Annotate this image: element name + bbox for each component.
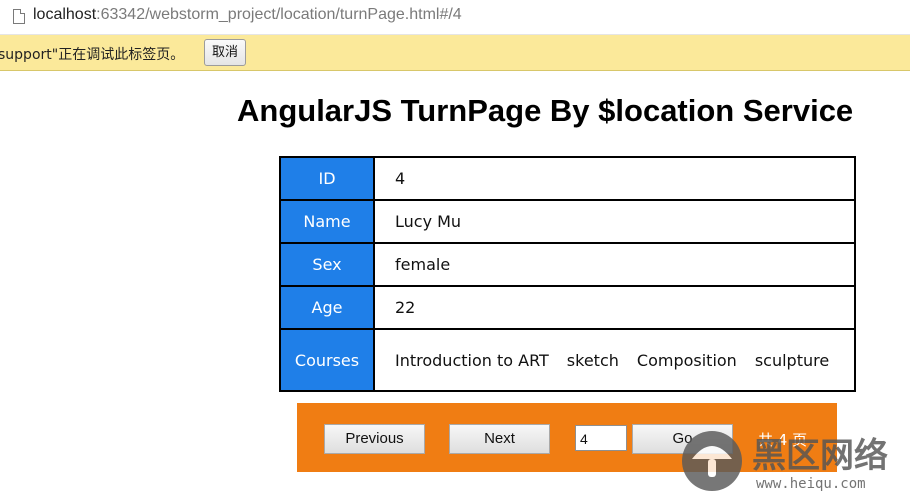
next-button[interactable]: Next (449, 424, 550, 454)
url-host: localhost (33, 6, 97, 23)
cancel-button[interactable]: 取消 (204, 39, 246, 66)
page-title: AngularJS TurnPage By $location Service (237, 93, 854, 128)
site-watermark: 黑区网络 www.heiqu.com (676, 425, 910, 495)
url-path: :63342/webstorm_project/location/turnPag… (96, 6, 462, 23)
key-cell-id: ID (279, 156, 375, 201)
info-message: support"正在调试此标签页。 (0, 47, 185, 63)
student-detail-table: ID 4 Name Lucy Mu Sex female Age 22 Cour… (279, 156, 856, 392)
key-cell-sex: Sex (279, 242, 375, 287)
mushroom-logo-icon: 黑区网络 www.heiqu.com (682, 431, 888, 492)
course-item: Composition (636, 350, 737, 370)
table-row: ID 4 (279, 156, 856, 201)
page-icon (13, 9, 25, 24)
course-item: sculpture (754, 350, 830, 370)
value-cell-id: 4 (373, 156, 856, 201)
value-cell-age: 22 (373, 285, 856, 330)
watermark-domain: www.heiqu.com (756, 476, 866, 492)
table-row: Sex female (279, 242, 856, 287)
key-cell-age: Age (279, 285, 375, 330)
debug-info-bar: support"正在调试此标签页。 取消 (0, 35, 910, 71)
browser-url-bar[interactable]: localhost:63342/webstorm_project/locatio… (0, 0, 910, 35)
previous-button[interactable]: Previous (324, 424, 425, 454)
watermark-title: 黑区网络 (752, 436, 888, 476)
course-item: sketch (566, 350, 619, 370)
key-cell-name: Name (279, 199, 375, 244)
table-row: Age 22 (279, 285, 856, 330)
key-cell-courses: Courses (279, 328, 375, 392)
value-cell-sex: female (373, 242, 856, 287)
course-item: Introduction to ART (395, 350, 549, 370)
table-row: Name Lucy Mu (279, 199, 856, 244)
table-row: Courses Introduction to ART sketch Composi… (279, 328, 856, 392)
address-text[interactable]: localhost:63342/webstorm_project/locatio… (33, 6, 462, 24)
page-number-input[interactable]: 4 (575, 425, 627, 451)
value-cell-courses: Introduction to ART sketch Composition scul… (373, 328, 856, 392)
value-cell-name: Lucy Mu (373, 199, 856, 244)
